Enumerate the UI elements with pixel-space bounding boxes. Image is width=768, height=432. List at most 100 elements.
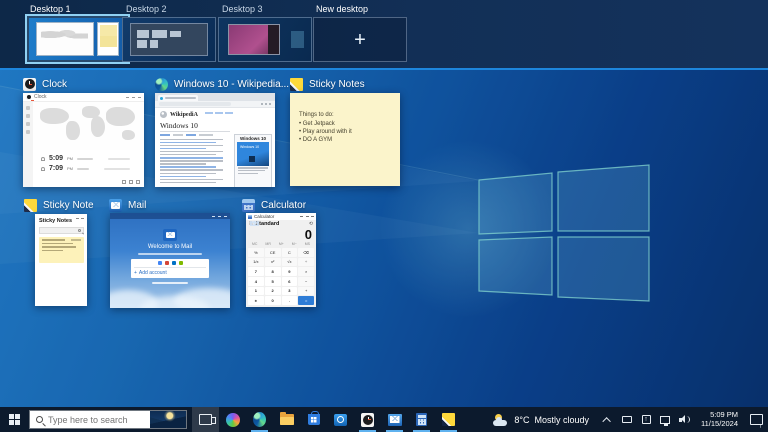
edge-window-header[interactable]: Windows 10 - Wikipedia... [155, 77, 289, 91]
mail-window-title: Mail [128, 200, 146, 211]
task-view-button[interactable] [192, 407, 219, 432]
outlook-icon [334, 414, 347, 426]
sticky-notes-window-title: Sticky Notes [309, 79, 365, 90]
new-desktop-label: New desktop [316, 4, 368, 14]
note-line: • Get Jetpack [299, 120, 400, 128]
browser-address-bar [155, 101, 275, 108]
infobox-image: Windows 10 [237, 142, 269, 166]
touchpad-tray-icon[interactable] [621, 414, 633, 426]
add-account-label: Add account [139, 270, 167, 276]
task-view-icon [199, 414, 212, 425]
store-bag-icon [308, 414, 320, 425]
desktop-2-label: Desktop 2 [126, 4, 167, 14]
network-tray-icon[interactable] [659, 414, 671, 426]
calculator-window-header[interactable]: Calculator [242, 198, 306, 212]
wikipedia-wordmark: WikipediA [170, 112, 198, 118]
calculator-window-thumbnail[interactable]: Calculator ≡ Standard ⟲ 0 MC MR M+ M− MS… [246, 213, 316, 307]
file-explorer-button[interactable] [273, 407, 300, 432]
windows-logo-icon [9, 414, 20, 425]
clock-window-header[interactable]: Clock [23, 77, 67, 91]
mail-welcome-text: Welcome to Mail [110, 244, 230, 250]
wikipedia-page: WikipediA Windows 10 Windows 10 Windows … [155, 108, 275, 187]
calculator-titlebar-text: Calculator [254, 214, 274, 219]
desktop-2-thumbnail[interactable] [122, 17, 216, 62]
mail-window-header[interactable]: Mail [109, 198, 146, 212]
sticky-note-text: Things to do: • Get Jetpack • Play aroun… [290, 93, 400, 144]
task-view-screen: Desktop 1 Desktop 2 Desktop 3 New deskto… [0, 0, 768, 432]
calculator-titlebar: Calculator [246, 213, 316, 220]
wikipedia-infobox: Windows 10 Windows 10 [234, 134, 272, 187]
copilot-icon [226, 413, 240, 427]
clock-window-thumbnail[interactable]: Clock 5:09 PM 7:09 PM [23, 93, 144, 187]
partly-cloudy-icon [493, 414, 509, 426]
sticky-notes-icon [24, 199, 37, 212]
edge-window-title: Windows 10 - Wikipedia... [174, 79, 289, 90]
wikipedia-window-thumbnail[interactable]: WikipediA Windows 10 Windows 10 Windows … [155, 93, 275, 187]
sticky-notes-icon [442, 413, 455, 426]
edge-taskbar-button[interactable] [246, 407, 273, 432]
infobox-caption-placeholder [236, 167, 270, 173]
calculator-icon [242, 199, 255, 212]
notification-icon [750, 414, 763, 425]
note-line: • Play around with it [299, 128, 400, 136]
sticky-note-thumbnail[interactable]: Things to do: • Get Jetpack • Play aroun… [290, 93, 400, 186]
edge-icon [253, 412, 266, 427]
taskbar-search-box[interactable] [29, 410, 187, 429]
mail-welcome-icon [163, 229, 177, 241]
sticky-notes-button[interactable] [435, 407, 462, 432]
microsoft-store-button[interactable] [300, 407, 327, 432]
weather-widget[interactable]: 8°C Mostly cloudy [485, 407, 597, 432]
search-input[interactable] [48, 415, 143, 425]
desktop-3-thumbnail[interactable] [218, 17, 312, 62]
folder-icon [280, 414, 294, 425]
desktop-1-preview [29, 18, 126, 60]
sticky-note-list-title: Sticky Note [43, 200, 94, 211]
note-line: • DO A GYM [299, 136, 400, 144]
desktop-1-thumbnail[interactable] [25, 14, 130, 64]
clock-action-buttons [122, 180, 140, 184]
account-provider-icons [134, 261, 206, 268]
new-desktop-button[interactable]: + [313, 17, 407, 62]
world-map [33, 102, 144, 150]
virtual-desktops-strip: Desktop 1 Desktop 2 Desktop 3 New deskto… [0, 0, 768, 70]
clock-app-button[interactable] [354, 407, 381, 432]
infobox-title: Windows 10 [236, 136, 270, 141]
mail-subtitle-placeholder [138, 253, 202, 255]
search-icon [36, 416, 43, 423]
sticky-notes-window-header[interactable]: Sticky Notes [290, 77, 365, 91]
action-center-button[interactable] [744, 407, 768, 432]
copilot-button[interactable] [219, 407, 246, 432]
article-text-placeholder [160, 139, 226, 184]
weather-condition: Mostly cloudy [534, 415, 589, 425]
plus-icon: + [354, 30, 366, 50]
mail-icon [388, 414, 402, 426]
clock-titlebar: Clock [23, 93, 144, 102]
sticky-note-list-header[interactable]: Sticky Note [24, 198, 94, 212]
sticky-notes-list-thumbnail[interactable]: Sticky Notes [35, 214, 87, 306]
weather-temp: 8°C [514, 415, 529, 425]
search-highlight-image[interactable] [150, 411, 186, 428]
outlook-button[interactable] [327, 407, 354, 432]
mail-button[interactable] [381, 407, 408, 432]
taskbar-clock[interactable]: 5:09 PM 11/15/2024 [695, 411, 744, 428]
calculator-button[interactable] [408, 407, 435, 432]
start-button[interactable] [0, 407, 29, 432]
clock-titlebar-text: Clock [34, 94, 47, 100]
edge-icon [155, 78, 168, 91]
calculator-icon [416, 413, 427, 426]
desktop-3-preview [219, 18, 311, 61]
note-preview-card [39, 237, 84, 263]
mail-welcome-panel: Welcome to Mail + Add account [110, 229, 230, 284]
secondary-time-suffix: PM [67, 166, 73, 171]
clock-app-icon [23, 78, 36, 91]
desktop-1-label: Desktop 1 [30, 4, 71, 14]
clock-nav-rail [23, 102, 33, 187]
note-line: Things to do: [299, 111, 400, 119]
show-hidden-icons-chevron[interactable] [602, 414, 614, 426]
secondary-time-value: 7:09 [49, 165, 63, 172]
onedrive-sync-tray-icon[interactable]: ↑ [640, 414, 652, 426]
volume-tray-icon[interactable] [678, 414, 690, 426]
mail-window-thumbnail[interactable]: Welcome to Mail + Add account [110, 213, 230, 308]
system-tray: ↑ [597, 407, 695, 432]
mail-icon [109, 199, 122, 212]
